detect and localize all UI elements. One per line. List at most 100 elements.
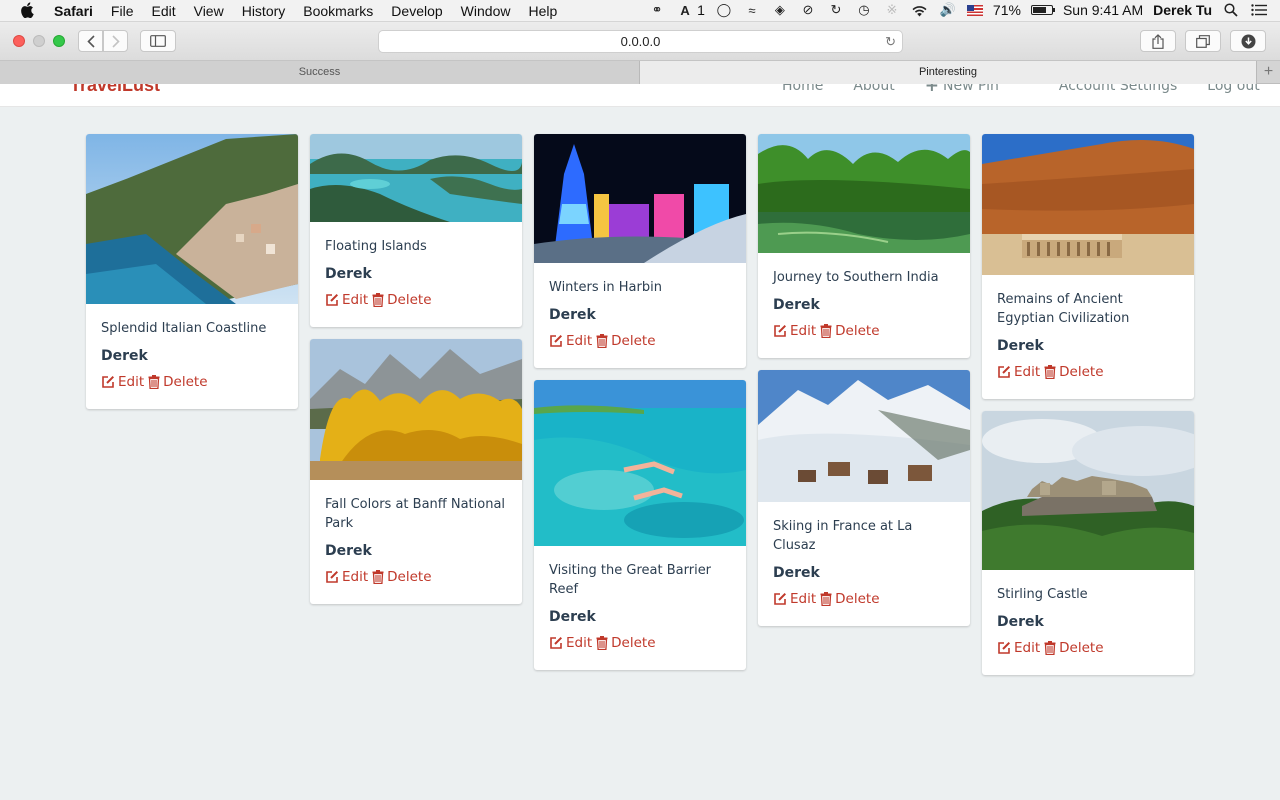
notification-center-icon[interactable] xyxy=(1250,2,1268,18)
pin-image[interactable] xyxy=(534,380,746,546)
edit-icon xyxy=(998,365,1011,378)
pin-image[interactable] xyxy=(982,411,1194,570)
edit-pin-button[interactable]: Edit xyxy=(997,364,1040,380)
pin-image[interactable] xyxy=(758,370,970,502)
nav-home[interactable]: Home xyxy=(782,84,823,96)
trash-icon xyxy=(1044,641,1056,655)
delete-pin-button[interactable]: Delete xyxy=(596,635,656,651)
bluetooth-icon[interactable]: ※ xyxy=(883,2,901,18)
delete-label: Delete xyxy=(387,569,432,585)
adobe-logo-icon: A xyxy=(680,2,690,18)
pin-card[interactable]: Journey to Southern India Derek Edit Del… xyxy=(758,134,970,358)
new-tab-button[interactable]: + xyxy=(1256,61,1280,84)
tab-pinteresting[interactable]: Pinteresting xyxy=(640,61,1256,84)
edit-pin-button[interactable]: Edit xyxy=(773,323,816,339)
spotlight-search-icon[interactable] xyxy=(1222,2,1240,18)
pin-image[interactable] xyxy=(310,339,522,480)
pin-card[interactable]: Splendid Italian Coastline Derek Edit De… xyxy=(86,134,298,409)
pin-card[interactable]: Remains of Ancient Egyptian Civilization… xyxy=(982,134,1194,399)
pin-card[interactable]: Winters in Harbin Derek Edit Delete xyxy=(534,134,746,368)
edit-icon xyxy=(326,293,339,306)
delete-pin-button[interactable]: Delete xyxy=(148,374,208,390)
menu-window[interactable]: Window xyxy=(461,3,511,19)
reload-icon[interactable]: ↻ xyxy=(885,31,896,52)
edit-pin-button[interactable]: Edit xyxy=(325,292,368,308)
delete-pin-button[interactable]: Delete xyxy=(1044,640,1104,656)
nav-log-out[interactable]: Log out xyxy=(1207,84,1259,96)
pin-card[interactable]: Fall Colors at Banff National Park Derek… xyxy=(310,339,522,604)
edit-pin-button[interactable]: Edit xyxy=(101,374,144,390)
menu-help[interactable]: Help xyxy=(528,3,557,19)
menu-file[interactable]: File xyxy=(111,3,134,19)
us-flag-icon[interactable] xyxy=(966,4,983,16)
pin-image[interactable] xyxy=(310,134,522,222)
pin-author: Derek xyxy=(773,297,820,313)
downloads-button[interactable] xyxy=(1230,30,1266,52)
pin-image[interactable] xyxy=(534,134,746,263)
edit-label: Edit xyxy=(342,292,369,308)
pin-image[interactable] xyxy=(758,134,970,253)
close-window-button[interactable] xyxy=(13,35,25,47)
pin-title: Remains of Ancient Egyptian Civilization xyxy=(997,292,1130,326)
menu-history[interactable]: History xyxy=(242,3,286,19)
menu-edit[interactable]: Edit xyxy=(151,3,175,19)
minimize-window-button[interactable] xyxy=(33,35,45,47)
delete-pin-button[interactable]: Delete xyxy=(820,591,880,607)
creative-cloud-icon[interactable]: ⚭ xyxy=(648,2,666,18)
delete-pin-button[interactable]: Delete xyxy=(372,569,432,585)
battery-icon[interactable] xyxy=(1030,5,1055,15)
adobe-icon[interactable]: A 1 xyxy=(676,2,705,18)
forward-button[interactable] xyxy=(103,30,128,52)
wifi-icon[interactable] xyxy=(911,2,929,18)
menu-view[interactable]: View xyxy=(194,3,224,19)
pin-image[interactable] xyxy=(86,134,298,304)
zoom-window-button[interactable] xyxy=(53,35,65,47)
menu-bookmarks[interactable]: Bookmarks xyxy=(303,3,373,19)
edit-pin-button[interactable]: Edit xyxy=(325,569,368,585)
pin-card[interactable]: Stirling Castle Derek Edit Delete xyxy=(982,411,1194,675)
pin-card[interactable]: Floating Islands Derek Edit Delete xyxy=(310,134,522,327)
brand-logo[interactable]: TravelLust xyxy=(70,84,160,96)
sync-icon[interactable]: ↻ xyxy=(827,2,845,18)
user-name[interactable]: Derek Tu xyxy=(1153,2,1212,18)
pin-author: Derek xyxy=(101,348,148,364)
menu-develop[interactable]: Develop xyxy=(391,3,442,19)
delete-pin-button[interactable]: Delete xyxy=(596,333,656,349)
nav-new-pin[interactable]: + New Pin xyxy=(925,84,1029,96)
volume-icon[interactable]: 🔊 xyxy=(939,2,957,18)
delete-label: Delete xyxy=(387,292,432,308)
delete-pin-button[interactable]: Delete xyxy=(1044,364,1104,380)
pin-card[interactable]: Visiting the Great Barrier Reef Derek Ed… xyxy=(534,380,746,670)
edit-pin-button[interactable]: Edit xyxy=(773,591,816,607)
blocked-icon[interactable]: ⊘ xyxy=(799,2,817,18)
delete-pin-button[interactable]: Delete xyxy=(820,323,880,339)
pin-title: Skiing in France at La Clusaz xyxy=(773,519,913,553)
tab-success[interactable]: Success xyxy=(0,61,640,84)
headphones-icon[interactable]: ◯ xyxy=(715,2,733,18)
apple-icon[interactable] xyxy=(20,2,34,18)
dropbox-icon[interactable]: ◈ xyxy=(771,2,789,18)
delete-label: Delete xyxy=(835,591,880,607)
trash-icon xyxy=(596,334,608,348)
clock[interactable]: Sun 9:41 AM xyxy=(1063,2,1143,18)
nav-account-settings[interactable]: Account Settings xyxy=(1059,84,1177,96)
edit-pin-button[interactable]: Edit xyxy=(997,640,1040,656)
edit-icon xyxy=(550,636,563,649)
edit-pin-button[interactable]: Edit xyxy=(549,635,592,651)
share-button[interactable] xyxy=(1140,30,1176,52)
address-bar[interactable]: 0.0.0.0 ↻ xyxy=(378,30,903,53)
menu-safari[interactable]: Safari xyxy=(54,3,93,19)
show-all-tabs-button[interactable] xyxy=(1185,30,1221,52)
delete-pin-button[interactable]: Delete xyxy=(372,292,432,308)
time-machine-icon[interactable]: ◷ xyxy=(855,2,873,18)
nav-about[interactable]: About xyxy=(853,84,894,96)
edit-icon xyxy=(774,592,787,605)
pin-image[interactable] xyxy=(982,134,1194,275)
flux-icon[interactable]: ≈ xyxy=(743,2,761,18)
sidebar-toggle-button[interactable] xyxy=(140,30,176,52)
pin-card[interactable]: Skiing in France at La Clusaz Derek Edit… xyxy=(758,370,970,626)
back-button[interactable] xyxy=(78,30,103,52)
edit-label: Edit xyxy=(790,323,817,339)
edit-pin-button[interactable]: Edit xyxy=(549,333,592,349)
edit-icon xyxy=(998,641,1011,654)
